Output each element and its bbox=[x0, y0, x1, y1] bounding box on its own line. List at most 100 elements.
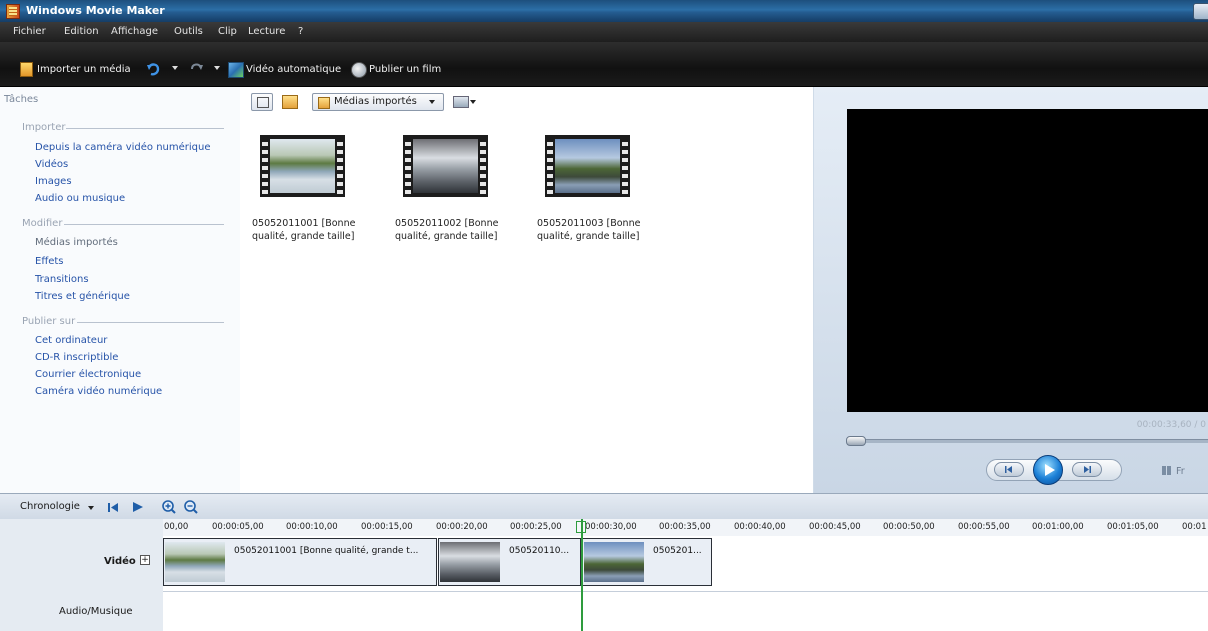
clip-label: 050520110... bbox=[509, 546, 570, 556]
import-section-title: Importer bbox=[22, 122, 66, 133]
next-frame-icon bbox=[1084, 466, 1091, 473]
task-publish-computer[interactable]: Cet ordinateur bbox=[35, 335, 107, 346]
import-media-icon bbox=[20, 62, 33, 77]
ruler-tick: 00:01 bbox=[1182, 522, 1207, 532]
media-item-label-line2: qualité, grande taille] bbox=[395, 231, 498, 242]
ruler-tick: 00:00:30,00 bbox=[585, 522, 637, 532]
auto-movie-icon bbox=[228, 62, 244, 78]
preview-pane: 00:00:33,60 / 0 Fr bbox=[814, 87, 1208, 493]
collection-pane: Médias importés 05052011001 [Bonne qualit… bbox=[240, 87, 813, 493]
ruler-tick: 00:00:35,00 bbox=[659, 522, 711, 532]
menu-clip[interactable]: Clip bbox=[218, 26, 237, 37]
show-tasks-button[interactable] bbox=[251, 93, 273, 111]
chevron-down-icon bbox=[429, 100, 435, 104]
ruler-tick: 00:01:00,00 bbox=[1032, 522, 1084, 532]
menu-bar: Fichier Edition Affichage Outils Clip Le… bbox=[0, 22, 1208, 42]
timeline-clip[interactable]: 050520110... bbox=[438, 538, 581, 586]
next-frame-button[interactable] bbox=[1072, 462, 1102, 477]
ruler-tick: 00:00:55,00 bbox=[958, 522, 1010, 532]
clip-thumbnail bbox=[440, 542, 500, 582]
menu-tools[interactable]: Outils bbox=[174, 26, 203, 37]
menu-view[interactable]: Affichage bbox=[111, 26, 158, 37]
timeline-view-dropdown[interactable]: Chronologie bbox=[20, 501, 80, 512]
video-thumbnail bbox=[545, 135, 630, 197]
task-transitions[interactable]: Transitions bbox=[35, 274, 89, 285]
task-import-from-camera[interactable]: Depuis la caméra vidéo numérique bbox=[35, 142, 211, 153]
tasks-pane: Tâches Importer Depuis la caméra vidéo n… bbox=[0, 87, 240, 493]
zoom-in-icon[interactable] bbox=[162, 500, 176, 517]
timeline-ruler[interactable]: 00,00 00:00:05,00 00:00:10,00 00:00:15,0… bbox=[163, 519, 1208, 537]
auto-movie-button[interactable]: Vidéo automatique bbox=[246, 64, 341, 75]
section-divider bbox=[66, 128, 224, 129]
task-publish-email[interactable]: Courrier électronique bbox=[35, 369, 141, 380]
clip-label: 0505201... bbox=[653, 546, 702, 556]
timeline-clip[interactable]: 05052011001 [Bonne qualité, grande t... bbox=[163, 538, 437, 586]
previous-frame-icon bbox=[1005, 466, 1012, 473]
media-item-label-line2: qualité, grande taille] bbox=[252, 231, 355, 242]
task-import-videos[interactable]: Vidéos bbox=[35, 159, 68, 170]
redo-icon[interactable] bbox=[188, 61, 203, 75]
menu-help[interactable]: ? bbox=[298, 26, 303, 37]
import-media-button[interactable]: Importer un média bbox=[37, 64, 131, 75]
collection-dropdown[interactable]: Médias importés bbox=[312, 93, 444, 111]
zoom-out-icon[interactable] bbox=[184, 500, 198, 517]
menu-edit[interactable]: Edition bbox=[64, 26, 99, 37]
undo-dropdown-icon[interactable] bbox=[172, 66, 178, 70]
undo-icon[interactable] bbox=[146, 61, 160, 76]
publish-movie-icon bbox=[351, 62, 367, 78]
task-publish-camera[interactable]: Caméra vidéo numérique bbox=[35, 386, 162, 397]
previous-frame-button[interactable] bbox=[994, 462, 1024, 477]
media-item-label-line1: 05052011002 [Bonne bbox=[395, 218, 499, 229]
task-imported-media[interactable]: Médias importés bbox=[35, 237, 118, 248]
task-effects[interactable]: Effets bbox=[35, 256, 64, 267]
play-button[interactable] bbox=[1033, 455, 1063, 485]
publish-section-title: Publier sur bbox=[22, 316, 76, 327]
menu-playback[interactable]: Lecture bbox=[248, 26, 285, 37]
split-clip-icon[interactable] bbox=[1162, 466, 1171, 475]
view-options-icon[interactable] bbox=[453, 96, 469, 108]
collection-folder-icon bbox=[318, 97, 330, 109]
collection-dropdown-value: Médias importés bbox=[334, 96, 417, 107]
audio-track[interactable] bbox=[163, 592, 1208, 631]
video-thumbnail bbox=[260, 135, 345, 197]
movie-maker-app-icon bbox=[6, 4, 20, 19]
chevron-down-icon[interactable] bbox=[88, 506, 94, 510]
task-titles-credits[interactable]: Titres et générique bbox=[35, 291, 130, 302]
preview-monitor bbox=[847, 109, 1208, 412]
expand-track-icon[interactable]: + bbox=[140, 555, 150, 565]
ruler-tick: 00:00:20,00 bbox=[436, 522, 488, 532]
play-timeline-icon[interactable] bbox=[133, 502, 143, 515]
seek-thumb[interactable] bbox=[846, 436, 866, 446]
task-import-images[interactable]: Images bbox=[35, 176, 72, 187]
timeline-header: Chronologie bbox=[0, 493, 1208, 520]
video-track: 05052011001 [Bonne qualité, grande t... … bbox=[163, 536, 1208, 592]
title-bar: Windows Movie Maker bbox=[0, 0, 1208, 22]
track-labels: Vidéo + Audio/Musique bbox=[0, 519, 164, 631]
ruler-tick: 00:01:05,00 bbox=[1107, 522, 1159, 532]
split-label[interactable]: Fr bbox=[1176, 466, 1185, 477]
task-publish-cdr[interactable]: CD-R inscriptible bbox=[35, 352, 118, 363]
publish-movie-button[interactable]: Publier un film bbox=[369, 64, 441, 75]
preview-timecode: 00:00:33,60 / 0 bbox=[1136, 420, 1206, 430]
timeline-clip[interactable]: 0505201... bbox=[582, 538, 712, 586]
ruler-tick: 00:00:05,00 bbox=[212, 522, 264, 532]
ruler-tick: 00,00 bbox=[164, 522, 189, 532]
redo-dropdown-icon[interactable] bbox=[214, 66, 220, 70]
ruler-tick: 00:00:15,00 bbox=[361, 522, 413, 532]
edit-section-title: Modifier bbox=[22, 218, 63, 229]
ruler-tick: 00:00:50,00 bbox=[883, 522, 935, 532]
section-divider bbox=[77, 322, 224, 323]
clip-thumbnail bbox=[165, 542, 225, 582]
view-options-chevron-icon[interactable] bbox=[470, 100, 476, 104]
ruler-tick: 00:00:45,00 bbox=[809, 522, 861, 532]
task-import-audio[interactable]: Audio ou musique bbox=[35, 193, 125, 204]
tasks-header: Tâches bbox=[4, 94, 39, 105]
folder-icon[interactable] bbox=[282, 95, 298, 109]
rewind-icon[interactable] bbox=[108, 503, 118, 515]
playhead[interactable] bbox=[581, 519, 583, 631]
seek-bar[interactable] bbox=[848, 439, 1208, 443]
video-track-label: Vidéo bbox=[104, 556, 136, 567]
menu-file[interactable]: Fichier bbox=[13, 26, 46, 37]
window-control-button[interactable] bbox=[1193, 3, 1208, 20]
clip-label: 05052011001 [Bonne qualité, grande t... bbox=[234, 546, 419, 556]
